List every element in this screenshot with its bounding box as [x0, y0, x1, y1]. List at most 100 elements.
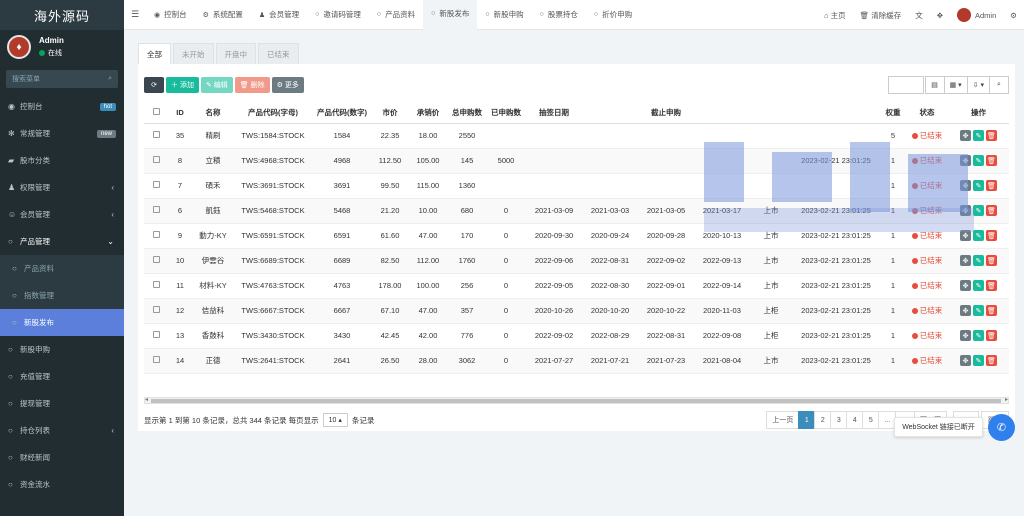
page-link[interactable]: 1 — [798, 411, 816, 429]
sidebar-item[interactable]: ○ 新股申购 — [0, 336, 124, 363]
tab[interactable]: ○ 新股发布 — [423, 0, 478, 30]
scrollbar-thumb[interactable] — [151, 399, 1001, 403]
table-row[interactable]: 7 碩禾 TWS:3691:STOCK 3691 99.50 115.00 1360 1 已结束… — [144, 173, 1009, 199]
edit-icon[interactable]: ✎ — [973, 280, 984, 291]
translate-icon[interactable]: 文 — [908, 10, 930, 21]
edit-icon[interactable]: ✎ — [973, 130, 984, 141]
checkbox[interactable] — [152, 181, 160, 188]
fullscreen-icon[interactable]: ✥ — [930, 11, 950, 20]
cell-listing[interactable] — [750, 148, 792, 174]
row-checkbox-cell[interactable] — [144, 273, 168, 299]
more-button[interactable]: ⚙ 更多 — [271, 77, 304, 93]
drag-icon[interactable]: ✥ — [960, 230, 971, 241]
scroll-right-icon[interactable]: ▸ — [1005, 396, 1008, 403]
delete-icon[interactable]: 🗑 — [986, 205, 997, 216]
cell-listing[interactable]: 上市 — [750, 248, 792, 274]
export-icon[interactable]: ⇩ ▾ — [966, 76, 990, 94]
cell-listing[interactable]: 上市 — [750, 348, 792, 374]
sidebar-item[interactable]: ○ 财经新闻 — [0, 444, 124, 471]
status-tab[interactable]: 已结束 — [258, 43, 299, 64]
checkbox[interactable] — [152, 156, 160, 163]
table-row[interactable]: 12 佶益科 TWS:6667:STOCK 6667 67.10 47.00 357 0 202… — [144, 298, 1009, 324]
sidebar-item[interactable]: ○ 充值管理 — [0, 363, 124, 390]
sidebar-subitem[interactable]: ○ 指数管理 — [0, 282, 124, 309]
chat-icon[interactable]: ✆ — [988, 414, 1015, 441]
toggle-view-icon[interactable]: ▤ — [924, 76, 945, 94]
delete-icon[interactable]: 🗑 — [986, 355, 997, 366]
edit-icon[interactable]: ✎ — [973, 180, 984, 191]
sidebar-toggle-icon[interactable]: ☰ — [124, 9, 146, 20]
drag-icon[interactable]: ✥ — [960, 180, 971, 191]
delete-icon[interactable]: 🗑 — [986, 155, 997, 166]
cell-listing[interactable]: 上市 — [750, 223, 792, 249]
cell-listing[interactable]: 上柜 — [750, 323, 792, 349]
checkbox[interactable] — [152, 306, 160, 313]
row-checkbox-cell[interactable] — [144, 323, 168, 349]
settings-gear-icon[interactable]: ⚙ — [1003, 11, 1024, 20]
sidebar-item[interactable]: ○ 资金流水 — [0, 471, 124, 498]
row-checkbox-cell[interactable] — [144, 298, 168, 324]
refresh-button[interactable]: ⟳ — [144, 77, 164, 93]
delete-icon[interactable]: 🗑 — [986, 130, 997, 141]
delete-icon[interactable]: 🗑 — [986, 330, 997, 341]
cell-listing[interactable] — [750, 173, 792, 199]
page-link[interactable]: 2 — [814, 411, 832, 429]
edit-icon[interactable]: ✎ — [973, 155, 984, 166]
search-icon[interactable]: ⌕ — [108, 75, 112, 83]
sidebar-item[interactable]: ○ 产品管理 ⌄ — [0, 228, 124, 255]
status-tab[interactable]: 全部 — [138, 43, 171, 64]
sidebar-item[interactable]: ○ 持仓列表 ‹ — [0, 417, 124, 444]
table-search-input[interactable] — [887, 76, 924, 94]
edit-icon[interactable]: ✎ — [973, 305, 984, 316]
checkbox[interactable] — [152, 356, 160, 363]
edit-icon[interactable]: ✎ — [973, 355, 984, 366]
edit-icon[interactable]: ✎ — [973, 255, 984, 266]
row-checkbox-cell[interactable] — [144, 148, 168, 174]
drag-icon[interactable]: ✥ — [960, 355, 971, 366]
sidebar-item[interactable]: ▰ 股市分类 — [0, 147, 124, 174]
horizontal-scrollbar[interactable]: ◂ ▸ — [144, 397, 1009, 404]
checkbox[interactable] — [152, 131, 160, 138]
sidebar-item[interactable]: ♟ 权限管理 ‹ — [0, 174, 124, 201]
search-icon[interactable]: ⌕ — [989, 76, 1009, 94]
cell-listing[interactable]: 上市 — [750, 198, 792, 224]
edit-icon[interactable]: ✎ — [973, 230, 984, 241]
table-row[interactable]: 11 材料-KY TWS:4763:STOCK 4763 178.00 100.00 256… — [144, 273, 1009, 299]
row-checkbox-cell[interactable] — [144, 198, 168, 224]
status-tab[interactable]: 未开始 — [173, 43, 214, 64]
add-button[interactable]: ＋ 添加 — [166, 77, 199, 93]
select-all-checkbox[interactable] — [144, 102, 168, 124]
table-row[interactable]: 10 伊雲谷 TWS:6689:STOCK 6689 82.50 112.00 1760 0 2… — [144, 248, 1009, 274]
table-row[interactable]: 35 精刷 TWS:1584:STOCK 1584 22.35 18.00 2550 5 已结束… — [144, 123, 1009, 149]
cell-listing[interactable]: 上柜 — [750, 298, 792, 324]
sidebar-item[interactable]: ✻ 常规管理 new — [0, 120, 124, 147]
home-link[interactable]: ⌂ 主页 — [817, 10, 853, 21]
delete-icon[interactable]: 🗑 — [986, 280, 997, 291]
drag-icon[interactable]: ✥ — [960, 280, 971, 291]
page-link[interactable]: 5 — [862, 411, 880, 429]
drag-icon[interactable]: ✥ — [960, 205, 971, 216]
delete-button[interactable]: 🗑 删除 — [234, 77, 270, 93]
tab[interactable]: ♟ 会员管理 — [251, 0, 307, 30]
table-row[interactable]: 8 立積 TWS:4968:STOCK 4968 112.50 105.00 145 5000… — [144, 148, 1009, 174]
status-tab[interactable]: 开盘中 — [215, 43, 256, 64]
delete-icon[interactable]: 🗑 — [986, 255, 997, 266]
admin-menu[interactable]: Admin — [950, 8, 1003, 22]
clear-cache-button[interactable]: 🗑 清除缓存 — [853, 10, 909, 21]
sidebar-item[interactable]: ○ 提现管理 — [0, 390, 124, 417]
row-checkbox-cell[interactable] — [144, 248, 168, 274]
table-row[interactable]: 6 凱鈺 TWS:5468:STOCK 5468 21.20 10.00 680 0 2021-… — [144, 198, 1009, 224]
delete-icon[interactable]: 🗑 — [986, 305, 997, 316]
page-size-select[interactable]: 10 ▴ — [322, 413, 348, 427]
edit-icon[interactable]: ✎ — [973, 205, 984, 216]
sidebar-subitem[interactable]: ○ 产品资料 — [0, 255, 124, 282]
sidebar-search-input[interactable]: 搜索菜单 ⌕ — [6, 70, 118, 88]
checkbox[interactable] — [152, 281, 160, 288]
table-row[interactable]: 13 香鼓科 TWS:3430:STOCK 3430 42.45 42.00 776 0 202… — [144, 323, 1009, 349]
checkbox[interactable] — [152, 331, 160, 338]
drag-icon[interactable]: ✥ — [960, 255, 971, 266]
row-checkbox-cell[interactable] — [144, 123, 168, 149]
page-link[interactable]: 4 — [846, 411, 864, 429]
tab[interactable]: ○ 折价申购 — [586, 0, 640, 30]
row-checkbox-cell[interactable] — [144, 348, 168, 374]
